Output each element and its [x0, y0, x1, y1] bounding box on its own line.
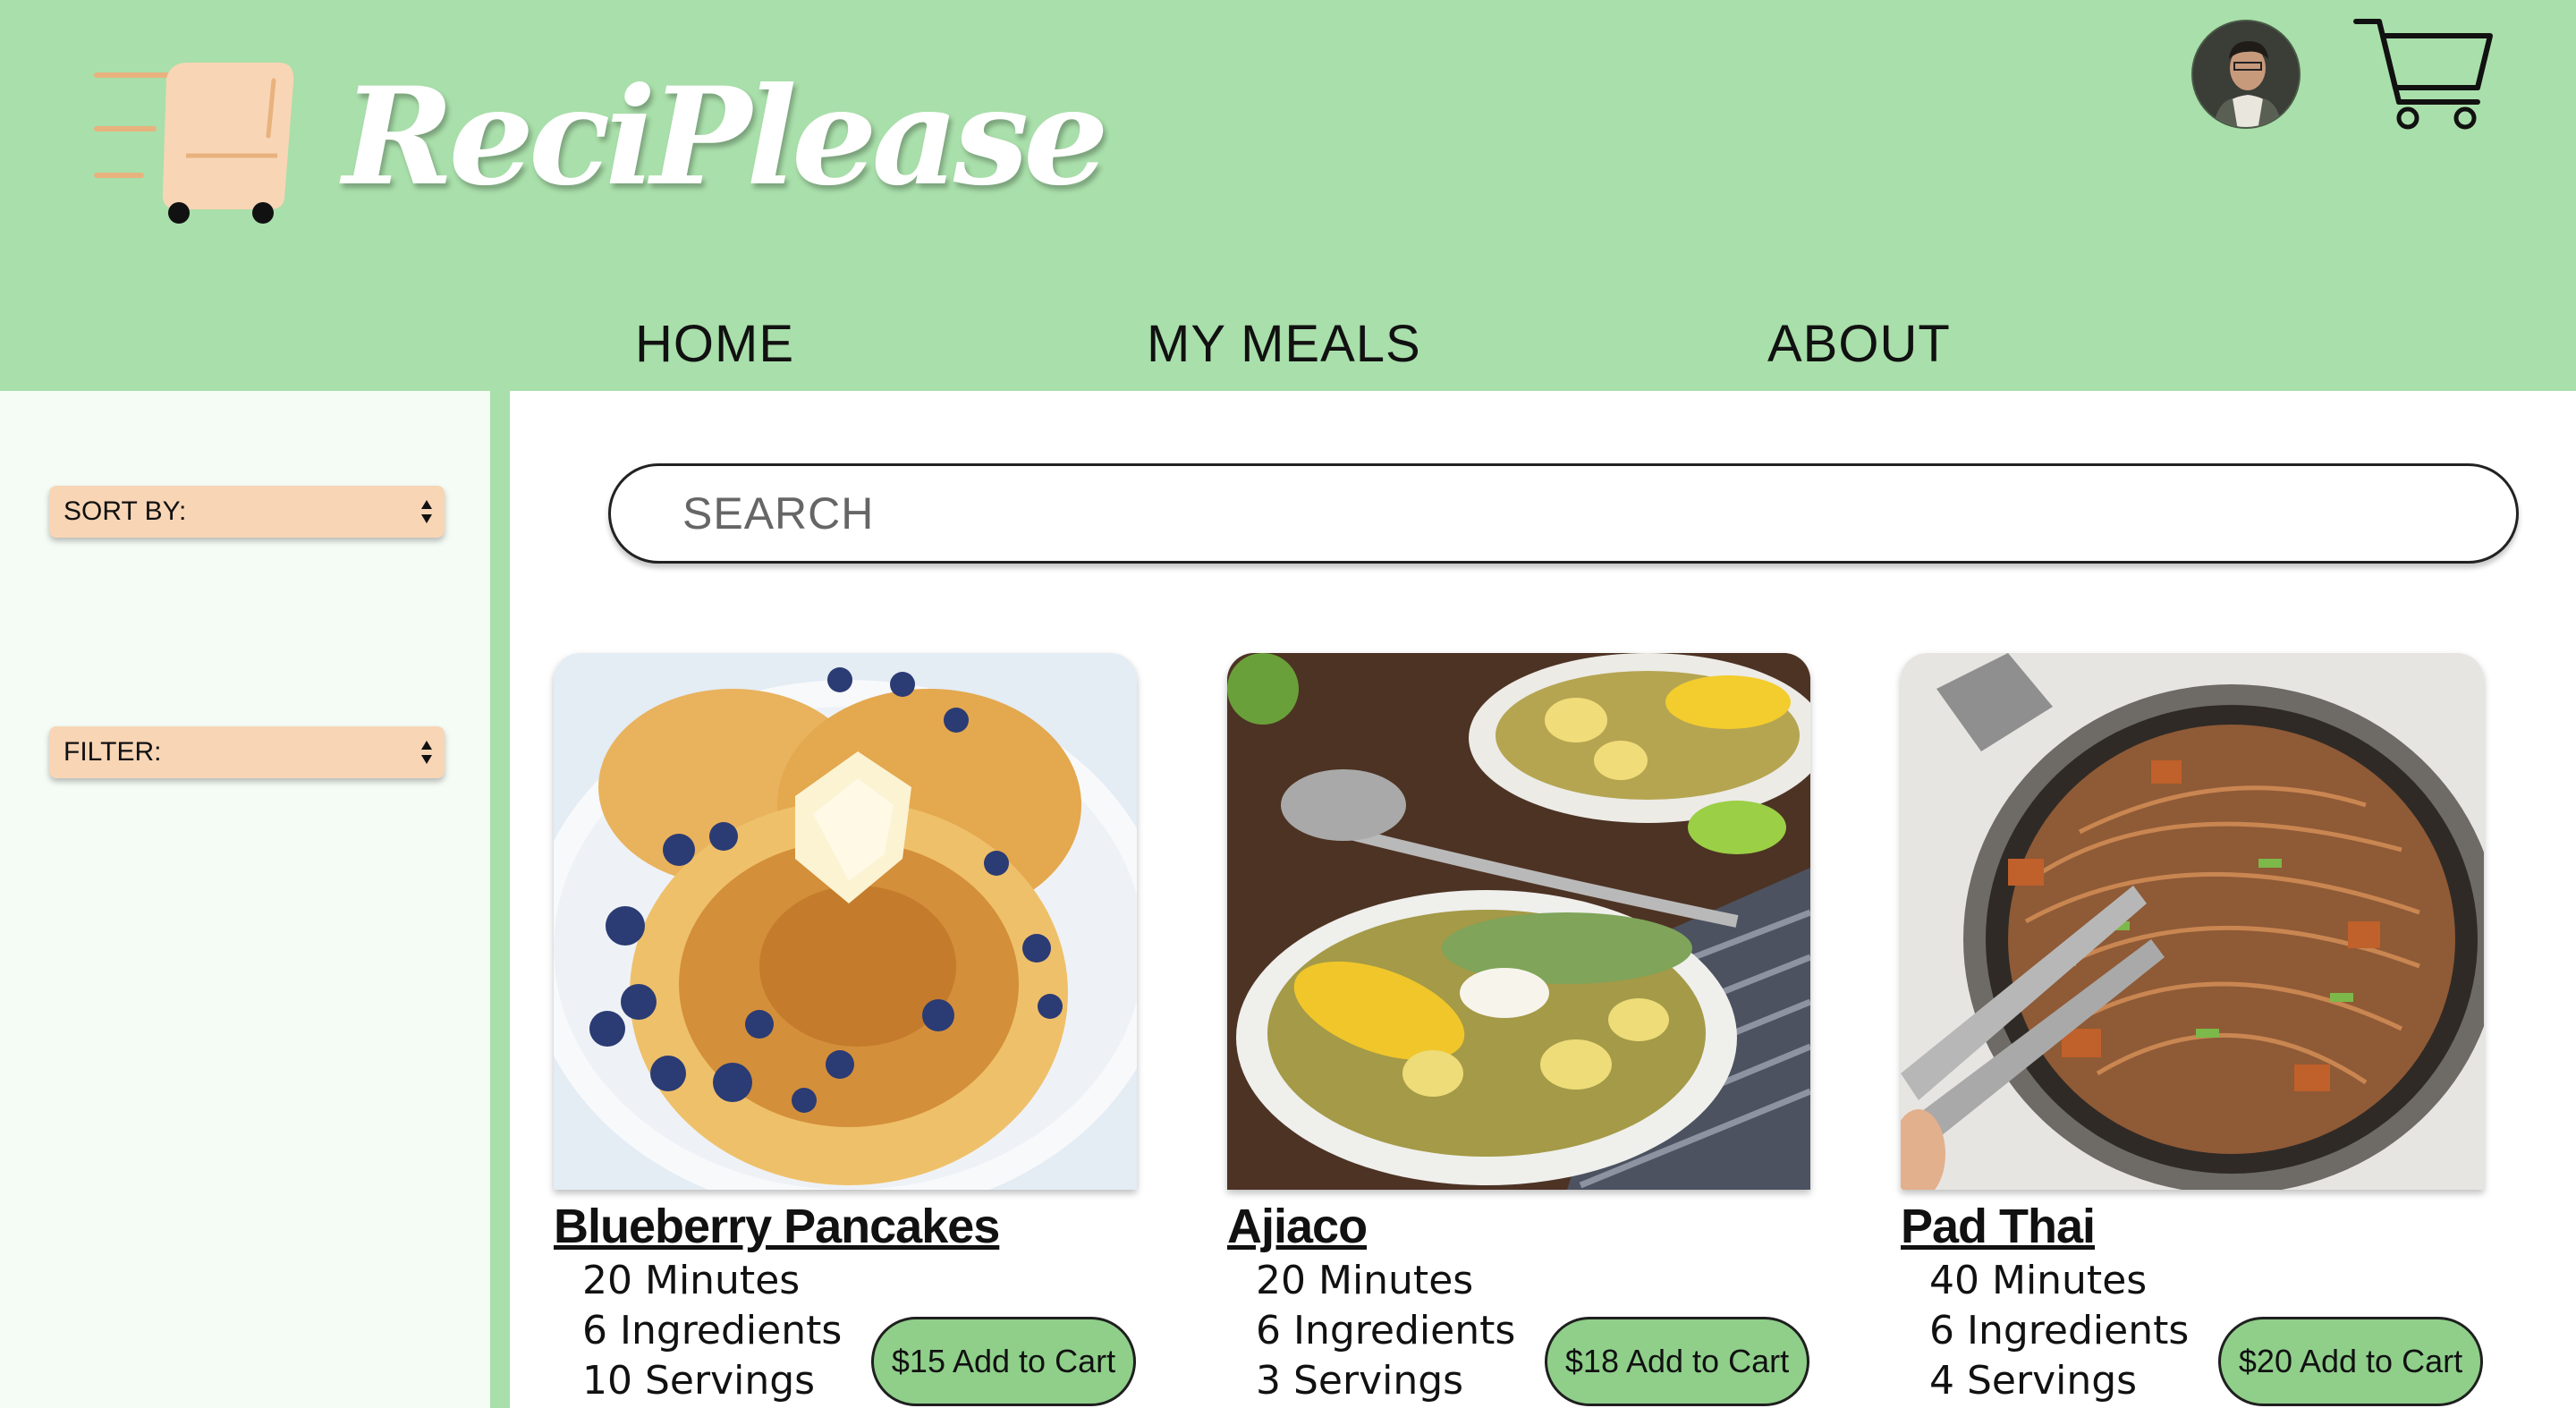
nav-home[interactable]: HOME: [635, 318, 794, 370]
recipe-title[interactable]: Ajiaco: [1227, 1199, 1368, 1254]
recipe-ingredients: 6 Ingredients: [1929, 1308, 2190, 1353]
recipe-time: 20 Minutes: [1256, 1258, 1474, 1303]
recipe-card: Pad Thai 40 Minutes 6 Ingredients 4 Serv…: [1901, 653, 2491, 1408]
recipe-ingredients: 6 Ingredients: [1256, 1308, 1516, 1353]
select-arrows-icon: [421, 741, 432, 764]
ajiaco-image: [1227, 653, 1810, 1190]
nav-my-meals[interactable]: MY MEALS: [1147, 318, 1421, 370]
shopping-cart-icon[interactable]: [2352, 16, 2496, 134]
recipe-time: 40 Minutes: [1929, 1258, 2148, 1303]
nav-about[interactable]: ABOUT: [1767, 318, 1951, 370]
recipe-image[interactable]: [1901, 653, 2484, 1190]
sidebar-divider: [490, 391, 510, 1408]
avatar-image: [2193, 21, 2299, 127]
search-input[interactable]: [608, 463, 2519, 564]
recipe-image[interactable]: [1227, 653, 1810, 1190]
add-to-cart-button[interactable]: $20 Add to Cart: [2218, 1317, 2483, 1406]
recipe-servings: 3 Servings: [1256, 1358, 1464, 1404]
recipe-image[interactable]: [554, 653, 1137, 1190]
user-avatar[interactable]: [2191, 20, 2301, 129]
recipe-servings: 4 Servings: [1929, 1358, 2138, 1404]
filter-label: FILTER:: [64, 737, 162, 767]
cart-logo-icon[interactable]: [86, 55, 301, 234]
sort-by-select[interactable]: SORT BY:: [49, 486, 445, 538]
add-to-cart-button[interactable]: $15 Add to Cart: [871, 1317, 1136, 1406]
pad-thai-image: [1901, 653, 2484, 1190]
recipe-time: 20 Minutes: [582, 1258, 801, 1303]
recipe-title[interactable]: Pad Thai: [1901, 1199, 2096, 1254]
sort-by-label: SORT BY:: [64, 496, 187, 526]
brand-name[interactable]: ReciPlease: [343, 70, 1109, 204]
recipe-ingredients: 6 Ingredients: [582, 1308, 843, 1353]
recipe-servings: 10 Servings: [582, 1358, 816, 1404]
recipe-card: Ajiaco 20 Minutes 6 Ingredients 3 Servin…: [1227, 653, 1818, 1408]
select-arrows-icon: [421, 500, 432, 523]
recipe-card: Blueberry Pancakes 20 Minutes 6 Ingredie…: [554, 653, 1144, 1408]
sidebar: [0, 391, 490, 1408]
add-to-cart-button[interactable]: $18 Add to Cart: [1545, 1317, 1809, 1406]
pancakes-image: [554, 653, 1137, 1190]
filter-select[interactable]: FILTER:: [49, 726, 445, 778]
recipe-title[interactable]: Blueberry Pancakes: [554, 1199, 1000, 1254]
header: ReciPlease HOME MY MEALS ABOUT: [0, 0, 2576, 391]
